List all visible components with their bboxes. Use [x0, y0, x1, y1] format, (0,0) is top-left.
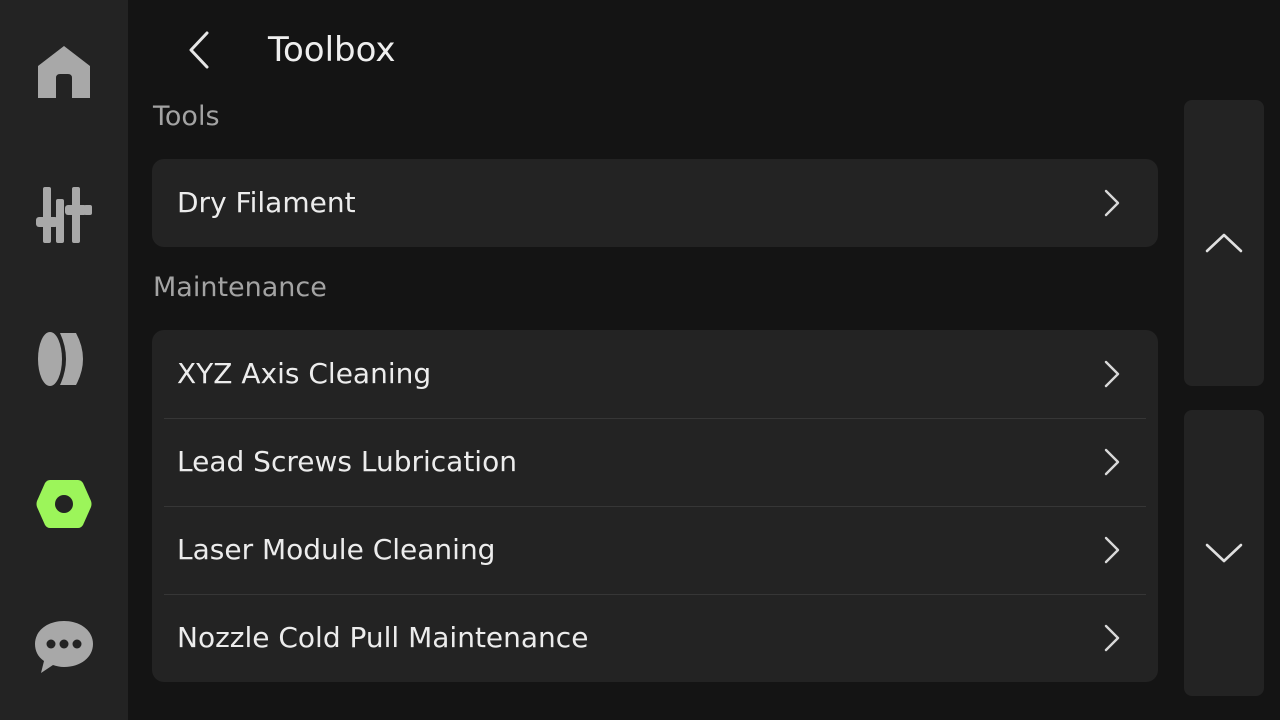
list-item-label: Nozzle Cold Pull Maintenance — [177, 621, 589, 654]
scroll-up-button[interactable] — [1184, 100, 1264, 386]
list-item-label: Dry Filament — [177, 186, 356, 219]
hex-nut-icon — [36, 480, 92, 528]
chat-bubble-icon — [35, 621, 93, 673]
toolbox-screen: Toolbox Tools Dry Filament Maintenance X… — [0, 0, 1280, 720]
list-item-xyz-axis-cleaning[interactable]: XYZ Axis Cleaning — [152, 330, 1158, 418]
list-item-dry-filament[interactable]: Dry Filament — [152, 159, 1158, 247]
scroll-down-button[interactable] — [1184, 410, 1264, 696]
sliders-icon — [36, 187, 92, 243]
nav-item-messages[interactable] — [0, 597, 128, 697]
chevron-right-icon — [1104, 360, 1120, 388]
section-label-tools: Tools — [153, 101, 220, 132]
nav-rail — [0, 0, 128, 720]
back-button[interactable] — [172, 22, 228, 78]
list-item-lead-screws-lubrication[interactable]: Lead Screws Lubrication — [152, 418, 1158, 506]
list-item-label: Laser Module Cleaning — [177, 533, 496, 566]
maintenance-card: XYZ Axis Cleaning Lead Screws Lubricatio… — [152, 330, 1158, 682]
list-item-label: XYZ Axis Cleaning — [177, 357, 432, 390]
nav-item-filament[interactable] — [0, 309, 128, 409]
page-title: Toolbox — [268, 30, 396, 70]
chevron-up-icon — [1205, 233, 1243, 253]
filament-icon — [38, 332, 83, 386]
chevron-right-icon — [1104, 536, 1120, 564]
nav-item-controls[interactable] — [0, 165, 128, 265]
chevron-right-icon — [1104, 448, 1120, 476]
chevron-right-icon — [1104, 624, 1120, 652]
list-item-nozzle-cold-pull-maintenance[interactable]: Nozzle Cold Pull Maintenance — [152, 594, 1158, 682]
nav-item-toolbox[interactable] — [0, 454, 128, 554]
nav-item-home[interactable] — [0, 22, 128, 122]
chevron-right-icon — [1104, 189, 1120, 217]
home-icon — [38, 46, 90, 98]
chevron-left-icon — [189, 31, 209, 69]
section-label-maintenance: Maintenance — [153, 272, 327, 303]
list-item-laser-module-cleaning[interactable]: Laser Module Cleaning — [152, 506, 1158, 594]
chevron-down-icon — [1205, 543, 1243, 563]
list-item-label: Lead Screws Lubrication — [177, 445, 517, 478]
tools-card: Dry Filament — [152, 159, 1158, 247]
